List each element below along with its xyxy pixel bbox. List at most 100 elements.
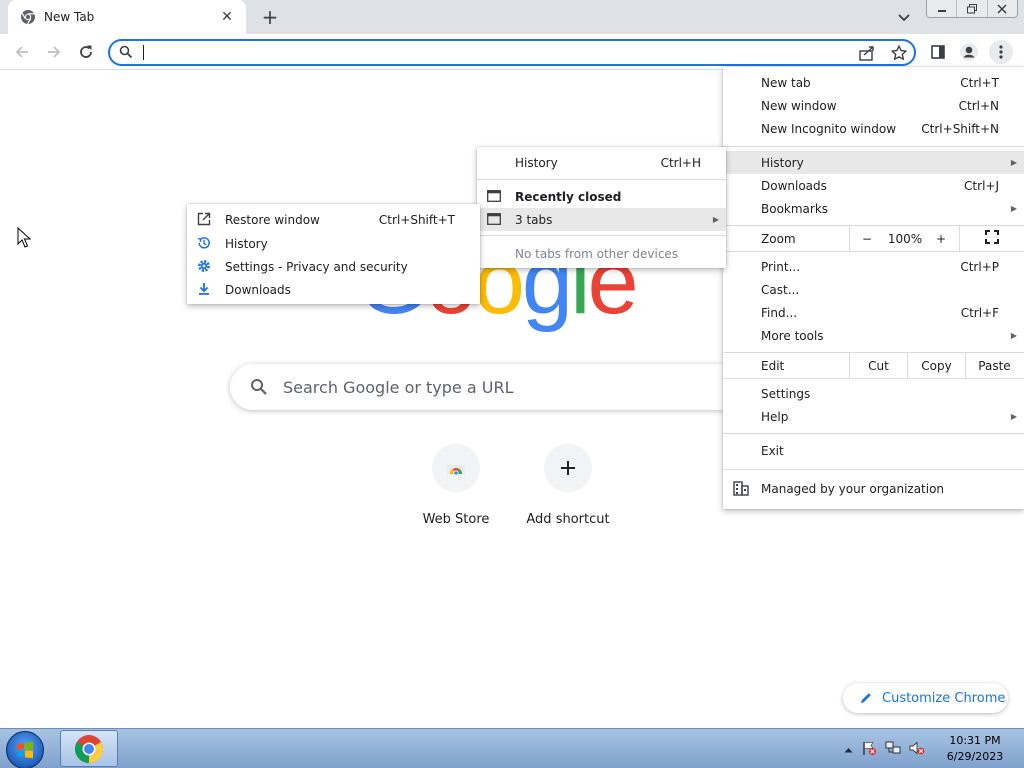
menu-separator — [477, 235, 726, 236]
customize-chrome-label: Customize Chrome — [882, 690, 1006, 706]
action-center-flag-icon[interactable] — [861, 740, 877, 759]
menu-item-3-tabs[interactable]: 3 tabs ▶ — [477, 208, 726, 231]
menu-label: Downloads — [761, 178, 827, 193]
submenu-arrow-icon: ▶ — [1010, 204, 1017, 213]
zoom-divider — [849, 226, 850, 251]
menu-label: History — [515, 155, 558, 170]
shortcut-label: Web Store — [422, 512, 490, 527]
menu-label: Exit — [761, 443, 784, 458]
menu-label: No tabs from other devices — [515, 246, 679, 261]
clock-time: 10:31 PM — [949, 734, 1001, 747]
menu-item-settings[interactable]: Settings — [723, 382, 1024, 405]
menu-item-help[interactable]: Help ▶ — [723, 405, 1024, 428]
side-panel-icon[interactable] — [926, 40, 950, 64]
menu-item-more-tools[interactable]: More tools ▶ — [723, 324, 1024, 347]
volume-muted-icon[interactable] — [909, 740, 925, 759]
menu-item-print[interactable]: Print... Ctrl+P — [723, 255, 1024, 278]
managed-by-organization[interactable]: Managed by your organization — [723, 477, 1024, 500]
menu-separator — [723, 433, 1024, 434]
menu-label: Bookmarks — [761, 201, 829, 216]
menu-label: New window — [761, 98, 837, 113]
ntp-search-placeholder: Search Google or type a URL — [283, 378, 514, 397]
clock-date: 6/29/2023 — [946, 750, 1004, 763]
menu-label: History — [761, 155, 804, 170]
forward-arrow-icon[interactable] — [42, 40, 66, 64]
windows-logo-icon — [17, 741, 33, 759]
gear-icon — [197, 259, 211, 276]
share-icon[interactable] — [858, 44, 876, 65]
fullscreen-icon[interactable] — [985, 230, 999, 247]
cut-button[interactable]: Cut — [849, 353, 907, 378]
tab-close-icon[interactable]: ✕ — [218, 8, 236, 26]
menu-item-new-tab[interactable]: New tab Ctrl+T — [723, 71, 1024, 94]
shortcut-add[interactable]: Add shortcut — [512, 444, 624, 527]
bookmark-star-icon[interactable] — [890, 44, 908, 65]
history-submenu: History Ctrl+H Recently closed 3 tabs ▶ N… — [477, 147, 726, 268]
windows-start-button[interactable] — [6, 731, 44, 768]
menu-item-restore-window[interactable]: Restore window Ctrl+Shift+T — [187, 208, 480, 231]
window-controls — [926, 0, 1018, 18]
shortcut-web-store[interactable]: Web Store — [400, 444, 512, 527]
taskbar-chrome-button[interactable] — [60, 730, 118, 767]
menu-shortcut: Ctrl+N — [958, 98, 999, 113]
menu-shortcut: Ctrl+J — [964, 178, 999, 193]
profile-avatar-icon[interactable] — [957, 40, 981, 64]
menu-label: Recently closed — [515, 189, 622, 204]
new-tab-button[interactable]: + — [258, 5, 282, 29]
recent-tabs-submenu: Restore window Ctrl+Shift+T History Sett… — [187, 204, 480, 304]
taskbar-clock[interactable]: 10:31 PM 6/29/2023 — [940, 733, 1010, 765]
menu-item-bookmarks[interactable]: Bookmarks ▶ — [723, 197, 1024, 220]
restore-button[interactable] — [956, 0, 986, 17]
tab-new-tab[interactable]: New Tab ✕ — [8, 0, 246, 34]
network-icon[interactable] — [885, 740, 901, 759]
menu-item-history-full[interactable]: History Ctrl+H — [477, 151, 726, 174]
menu-item-history[interactable]: History ▶ — [723, 151, 1024, 174]
shortcut-label: Add shortcut — [526, 512, 610, 527]
menu-row-edit: Edit Cut Copy Paste — [723, 353, 1024, 378]
submenu-arrow-icon: ▶ — [712, 215, 719, 224]
menu-item-cast[interactable]: Cast... — [723, 278, 1024, 301]
menu-row-zoom: Zoom − 100% + — [723, 226, 1024, 251]
menu-label: Downloads — [225, 282, 291, 297]
no-tabs-from-devices: No tabs from other devices — [477, 242, 726, 265]
menu-item-new-incognito[interactable]: New Incognito window Ctrl+Shift+N — [723, 117, 1024, 140]
search-icon — [250, 378, 268, 399]
address-bar[interactable] — [108, 39, 916, 66]
tab-search-chevron-icon[interactable] — [893, 7, 915, 29]
web-store-icon — [432, 444, 480, 492]
menu-separator — [723, 378, 1024, 379]
minimize-button[interactable] — [927, 0, 956, 17]
paste-button[interactable]: Paste — [965, 353, 1023, 378]
menu-label: 3 tabs — [515, 212, 553, 227]
zoom-out-button[interactable]: − — [860, 232, 874, 246]
copy-button[interactable]: Copy — [907, 353, 965, 378]
reload-icon[interactable] — [74, 40, 98, 64]
menu-separator — [723, 251, 1024, 252]
submenu-arrow-icon: ▶ — [1010, 331, 1017, 340]
customize-chrome-button[interactable]: Customize Chrome — [843, 683, 1008, 713]
tab-title: New Tab — [44, 10, 95, 24]
chrome-main-menu: New tab Ctrl+T New window Ctrl+N New Incog… — [723, 67, 1024, 509]
menu-item-exit[interactable]: Exit — [723, 439, 1024, 462]
back-arrow-icon[interactable] — [10, 40, 34, 64]
text-caret — [143, 45, 144, 60]
menu-item-new-window[interactable]: New window Ctrl+N — [723, 94, 1024, 117]
close-window-button[interactable] — [986, 0, 1017, 17]
zoom-label: Zoom — [761, 231, 796, 246]
menu-item-downloads-page[interactable]: Downloads — [187, 278, 480, 301]
kebab-menu-icon[interactable] — [989, 40, 1013, 64]
ntp-search-box[interactable]: Search Google or type a URL — [230, 364, 792, 410]
menu-item-downloads[interactable]: Downloads Ctrl+J — [723, 174, 1024, 197]
download-icon — [197, 282, 211, 299]
plus-icon — [544, 444, 592, 492]
menu-item-find[interactable]: Find... Ctrl+F — [723, 301, 1024, 324]
zoom-level: 100% — [887, 231, 923, 246]
menu-item-settings-privacy[interactable]: Settings - Privacy and security — [187, 255, 480, 278]
zoom-in-button[interactable]: + — [934, 232, 948, 246]
show-hidden-icons-arrow-icon[interactable] — [844, 742, 853, 756]
menu-label: Help — [761, 409, 789, 424]
tab-strip: New Tab ✕ + — [0, 0, 1024, 34]
chrome-logo-icon — [75, 734, 103, 763]
taskbar: 10:31 PM 6/29/2023 — [0, 728, 1024, 768]
menu-item-history-page[interactable]: History — [187, 232, 480, 255]
